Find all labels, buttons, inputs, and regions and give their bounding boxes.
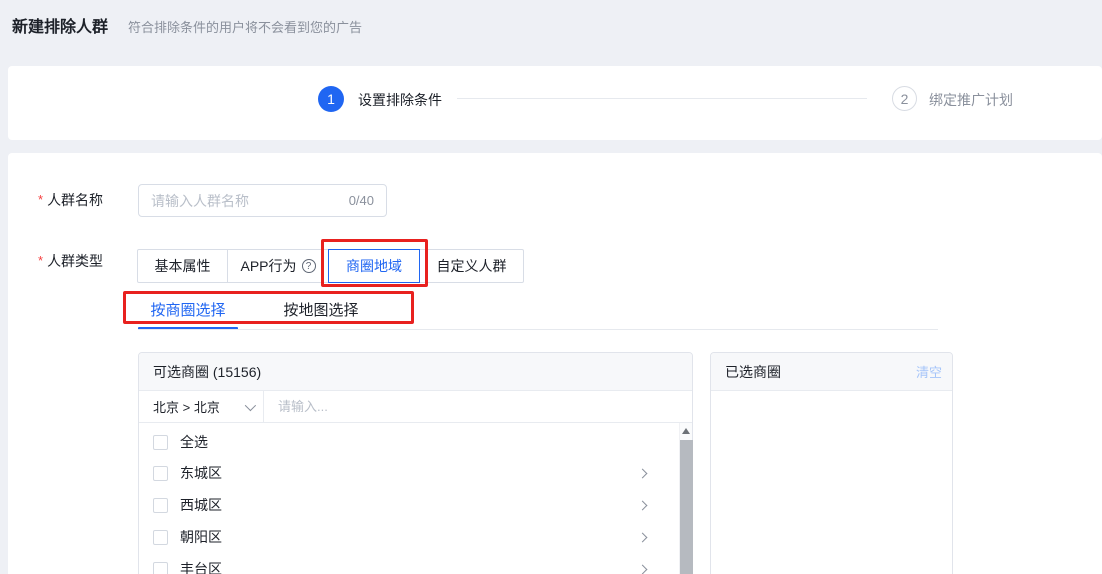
step-2-circle: 2 — [892, 86, 917, 111]
filter-row: 北京 > 北京 — [139, 391, 692, 423]
selected-districts-header: 已选商圈 清空 — [711, 353, 952, 391]
available-districts-title: 可选商圈 (15156) — [153, 362, 261, 382]
audience-name-input-wrap: 0/40 — [138, 184, 387, 217]
select-all-checkbox[interactable] — [153, 435, 168, 450]
selected-districts-panel: 已选商圈 清空 — [710, 352, 953, 574]
main-card: *人群名称 0/40 *人群类型 基本属性 APP行为 ? 商圈地域 自定义人群… — [8, 153, 1102, 574]
stepper-connector-line — [457, 98, 867, 99]
page-header: 新建排除人群 符合排除条件的用户将不会看到您的广告 — [12, 13, 362, 37]
required-asterisk: * — [38, 192, 43, 207]
subtab-select-by-district[interactable]: 按商圈选择 — [138, 300, 238, 321]
district-row-xicheng[interactable]: 西城区 — [139, 489, 692, 521]
district-checkbox[interactable] — [153, 562, 168, 574]
page-subtitle: 符合排除条件的用户将不会看到您的广告 — [128, 17, 362, 36]
chevron-right-icon[interactable] — [638, 468, 648, 478]
chevron-right-icon[interactable] — [638, 500, 648, 510]
type-tab-business-district[interactable]: 商圈地域 — [328, 249, 420, 283]
chevron-right-icon[interactable] — [638, 532, 648, 542]
audience-name-input[interactable] — [151, 193, 343, 209]
available-districts-panel: 可选商圈 (15156) 北京 > 北京 全选 东城区 西城区 — [138, 352, 693, 574]
region-select-value: 北京 > 北京 — [153, 397, 245, 416]
district-list: 全选 东城区 西城区 朝阳区 丰台区 — [139, 423, 692, 574]
district-checkbox[interactable] — [153, 466, 168, 481]
type-tab-app-behavior[interactable]: APP行为 ? — [227, 249, 329, 283]
page-title: 新建排除人群 — [12, 13, 108, 37]
subtab-select-by-map[interactable]: 按地图选择 — [266, 300, 376, 321]
district-checkbox[interactable] — [153, 530, 168, 545]
district-row-chaoyang[interactable]: 朝阳区 — [139, 521, 692, 553]
tab-baseline — [138, 329, 938, 330]
step-2-label: 绑定推广计划 — [929, 92, 1013, 108]
type-tab-custom-audience[interactable]: 自定义人群 — [419, 249, 524, 283]
chevron-down-icon — [245, 399, 256, 410]
audience-name-label: *人群名称 — [38, 190, 103, 210]
region-select-dropdown[interactable]: 北京 > 北京 — [139, 391, 264, 422]
audience-type-tab-group: 基本属性 APP行为 ? 商圈地域 自定义人群 — [137, 249, 524, 283]
select-all-row[interactable]: 全选 — [139, 427, 692, 457]
stepper-card: 1 设置排除条件 2 绑定推广计划 — [8, 66, 1102, 140]
audience-type-label: *人群类型 — [38, 251, 103, 271]
district-row-dongcheng[interactable]: 东城区 — [139, 457, 692, 489]
step-1-label: 设置排除条件 — [358, 92, 442, 108]
step-1-circle: 1 — [318, 86, 344, 112]
type-tab-basic-attributes[interactable]: 基本属性 — [137, 249, 228, 283]
district-checkbox[interactable] — [153, 498, 168, 513]
district-search-box — [264, 391, 692, 422]
available-districts-header: 可选商圈 (15156) — [139, 353, 692, 391]
help-icon[interactable]: ? — [302, 259, 316, 273]
chevron-right-icon[interactable] — [638, 564, 648, 574]
district-search-input[interactable] — [278, 399, 651, 414]
required-asterisk: * — [38, 253, 43, 268]
char-counter: 0/40 — [349, 193, 374, 208]
scrollbar-thumb[interactable] — [680, 440, 693, 574]
scrollbar-up-arrow-icon[interactable] — [682, 428, 690, 434]
selected-districts-title: 已选商圈 — [725, 362, 781, 382]
list-scrollbar[interactable] — [679, 423, 692, 574]
clear-selection-link[interactable]: 清空 — [916, 362, 942, 381]
district-row-fengtai[interactable]: 丰台区 — [139, 553, 692, 574]
